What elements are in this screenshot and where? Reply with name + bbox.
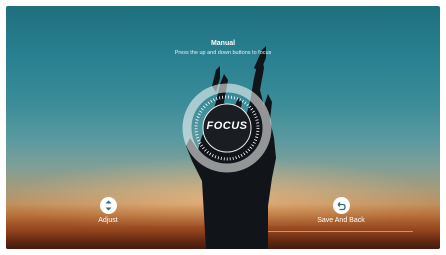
- focus-label: FOCUS: [206, 120, 248, 132]
- save-and-back-control[interactable]: Save And Back: [306, 197, 376, 224]
- return-arrow-icon[interactable]: [332, 197, 350, 214]
- focus-instruction: Press the up and down buttons to focus: [174, 50, 272, 56]
- up-down-arrows-icon[interactable]: [99, 197, 117, 214]
- projector-screen: Manual Press the up and down buttons to …: [6, 6, 440, 249]
- adjust-label: Adjust: [98, 217, 118, 224]
- divider-line: [268, 231, 413, 232]
- page-title: Manual: [210, 40, 236, 47]
- adjust-control[interactable]: Adjust: [88, 197, 128, 224]
- save-and-back-label: Save And Back: [317, 217, 365, 224]
